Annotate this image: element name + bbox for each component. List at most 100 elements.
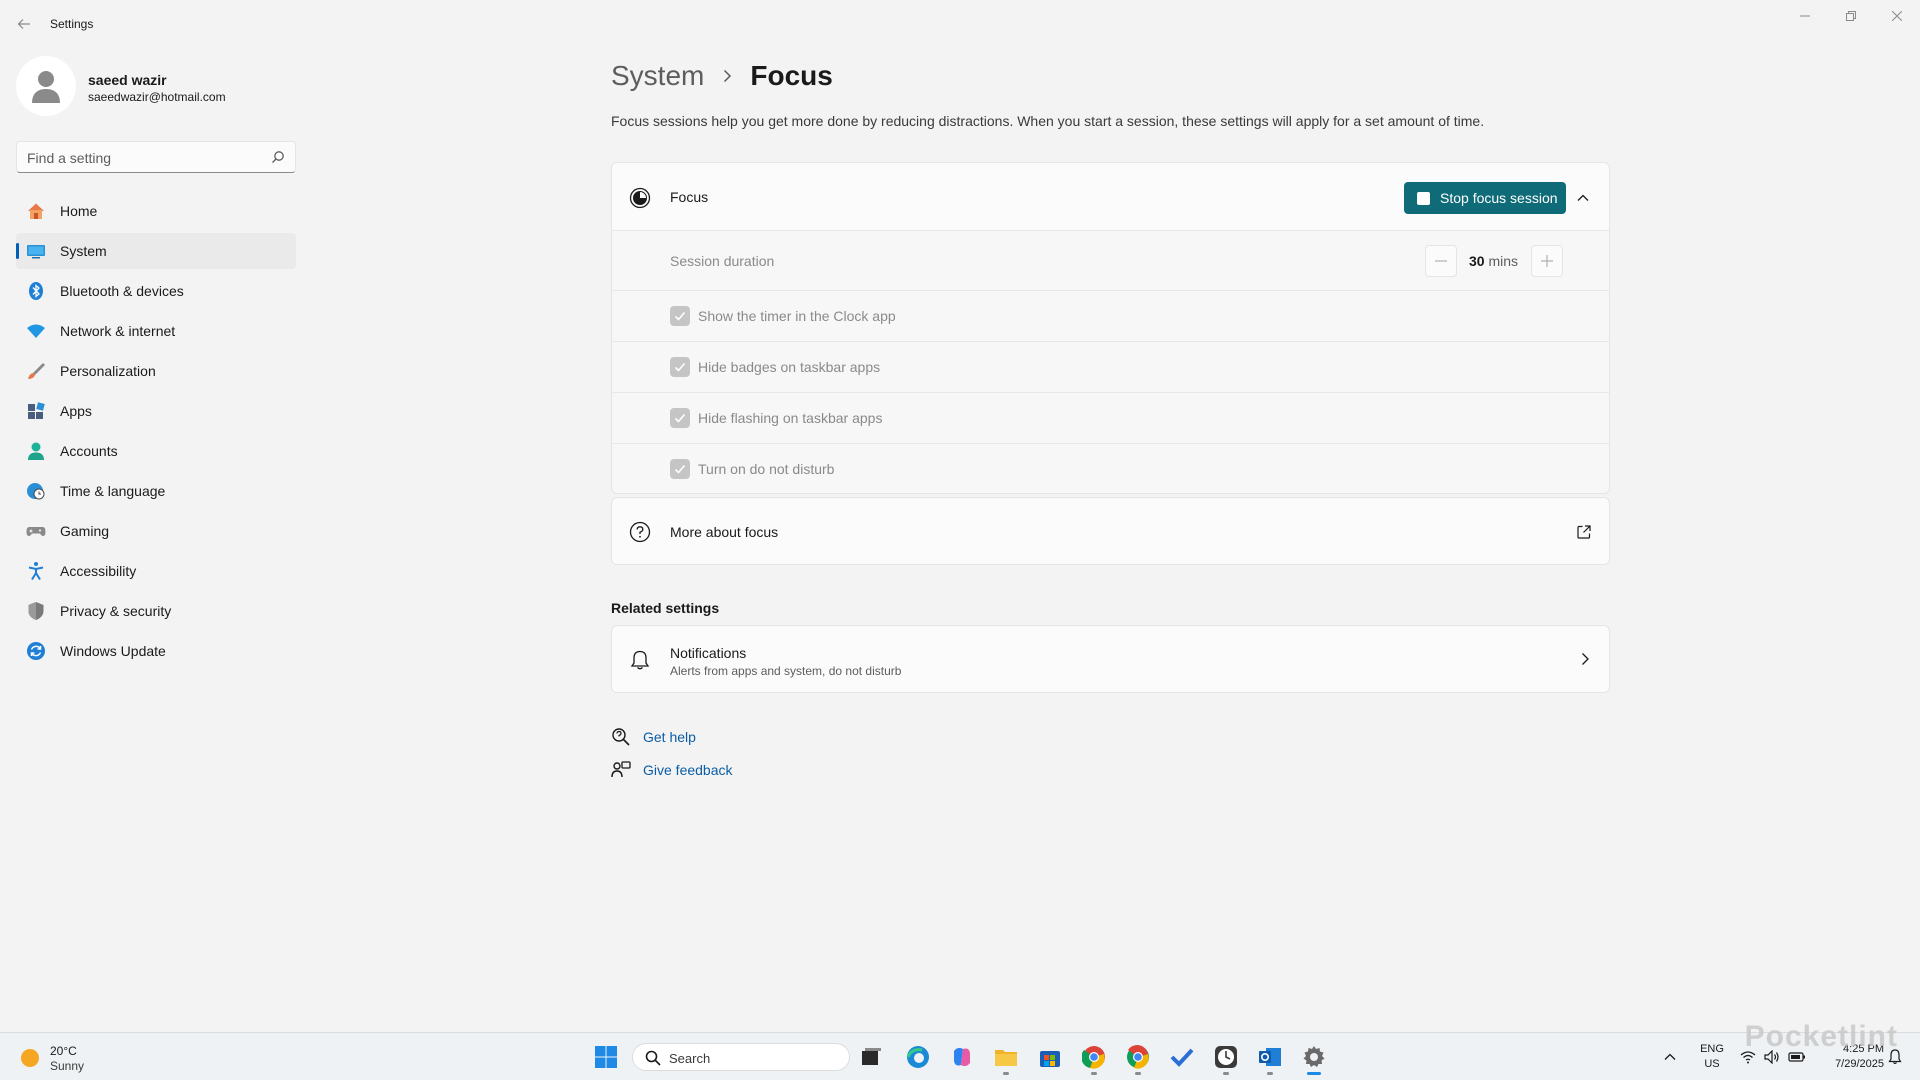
focus-header[interactable]: Focus Stop focus session [612,163,1609,231]
collapse-button[interactable] [1572,187,1594,209]
stop-focus-session-button[interactable]: Stop focus session [1404,182,1566,214]
chrome-icon[interactable] [1080,1043,1108,1075]
sidebar-item-accounts[interactable]: Accounts [16,433,296,469]
sidebar-item-accessibility[interactable]: Accessibility [16,553,296,589]
settings-gear-icon[interactable] [1300,1043,1328,1075]
sidebar-item-label: Time & language [60,483,166,499]
bluetooth-icon [26,281,46,301]
hide-flashing-label: Hide flashing on taskbar apps [698,410,883,426]
do-not-disturb-label: Turn on do not disturb [698,461,835,477]
sidebar-item-label: Accessibility [60,563,137,579]
edge-icon[interactable] [904,1043,932,1071]
bell-icon [630,650,650,670]
close-button[interactable] [1874,6,1920,26]
restore-icon [1846,11,1856,21]
duration-number: 30 [1469,253,1485,269]
clock-date: 7/29/2025 [1835,1058,1884,1070]
windows-start-icon[interactable] [594,1045,618,1069]
user-avatar-icon [32,71,60,103]
sidebar-item-gaming[interactable]: Gaming [16,513,296,549]
wifi-icon [26,321,46,341]
sidebar-item-personalization[interactable]: Personalization [16,353,296,389]
sidebar-item-network[interactable]: Network & internet [16,313,296,349]
decrease-duration-button[interactable] [1425,245,1457,277]
sidebar-item-label: Accounts [60,443,118,459]
increase-duration-button[interactable] [1531,245,1563,277]
stop-square-icon [1417,191,1430,205]
globe-clock-icon [26,481,46,501]
hide-badges-checkbox[interactable] [670,357,690,377]
search-icon[interactable] [271,150,285,164]
sidebar-item-home[interactable]: Home [16,193,296,229]
restore-button[interactable] [1828,6,1874,26]
profile-name: saeed wazir [88,72,167,88]
sidebar-item-label: Personalization [60,363,156,379]
user-profile[interactable]: saeed wazir saeedwazir@hotmail.com [16,56,296,116]
todo-icon[interactable] [1168,1043,1196,1071]
duration-value: 30 mins [1469,253,1518,269]
weather-widget[interactable]: 20°C Sunny [18,1041,138,1073]
get-help-icon [611,727,631,747]
sidebar-item-label: Windows Update [60,643,166,659]
give-feedback-link[interactable]: Give feedback [611,760,733,780]
related-settings-heading: Related settings [611,600,720,616]
weather-temp: 20°C [50,1044,77,1058]
outlook-icon[interactable] [1256,1043,1284,1075]
search-input[interactable] [27,148,257,168]
get-help-label: Get help [643,729,696,745]
session-duration-row: Session duration 30 mins [612,231,1609,291]
sidebar-item-bluetooth[interactable]: Bluetooth & devices [16,273,296,309]
sun-icon [21,1049,39,1067]
settings-search[interactable] [16,141,296,173]
sidebar-item-time-language[interactable]: Time & language [16,473,296,509]
sidebar-item-apps[interactable]: Apps [16,393,296,429]
app-title: Settings [50,17,94,31]
clock-app-icon[interactable] [1212,1043,1240,1075]
title-bar: Settings [0,0,1920,48]
chevron-right-icon [720,69,734,83]
language-region: US [1704,1058,1720,1070]
hide-flashing-checkbox[interactable] [670,408,690,428]
task-view-icon[interactable] [858,1043,886,1071]
minimize-icon [1800,15,1810,17]
chevron-up-icon [1577,194,1589,201]
sidebar-item-windows-update[interactable]: Windows Update [16,633,296,669]
duration-unit: mins [1488,253,1519,269]
sidebar-item-label: Network & internet [60,323,176,339]
get-help-link[interactable]: Get help [611,727,696,747]
home-icon [26,201,46,221]
close-icon [1892,11,1902,21]
back-arrow-icon [17,19,30,29]
back-button[interactable] [14,14,34,34]
notifications-card[interactable]: Notifications Alerts from apps and syste… [611,625,1610,693]
brush-icon [26,361,46,381]
copilot-icon[interactable] [948,1043,976,1071]
checkmark-icon [674,311,686,321]
help-circle-icon [629,521,651,543]
taskbar-search[interactable]: Search [632,1043,850,1071]
chevron-up-icon [1664,1053,1676,1060]
more-about-focus-card[interactable]: More about focus [611,497,1610,565]
checkmark-icon [674,464,686,474]
chrome-profile-icon[interactable] [1124,1043,1152,1075]
do-not-disturb-checkbox[interactable] [670,459,690,479]
sidebar-item-privacy[interactable]: Privacy & security [16,593,296,629]
avatar [16,56,76,116]
sidebar-item-system[interactable]: System [16,233,296,269]
chevron-right-icon [1582,653,1589,665]
focus-icon [629,187,651,209]
show-timer-checkbox[interactable] [670,306,690,326]
more-about-focus-label: More about focus [670,524,779,540]
language-code: ENG [1700,1043,1724,1055]
controller-icon [26,521,46,541]
accessibility-icon [26,561,46,581]
option-row: Show the timer in the Clock app [612,291,1609,342]
breadcrumb-parent[interactable]: System [611,60,704,92]
feedback-icon [611,760,631,780]
stop-focus-session-label: Stop focus session [1440,190,1558,206]
store-icon[interactable] [1036,1043,1064,1071]
minimize-button[interactable] [1782,6,1828,26]
give-feedback-label: Give feedback [643,762,733,778]
file-explorer-icon[interactable] [992,1043,1020,1075]
search-icon [645,1050,661,1066]
